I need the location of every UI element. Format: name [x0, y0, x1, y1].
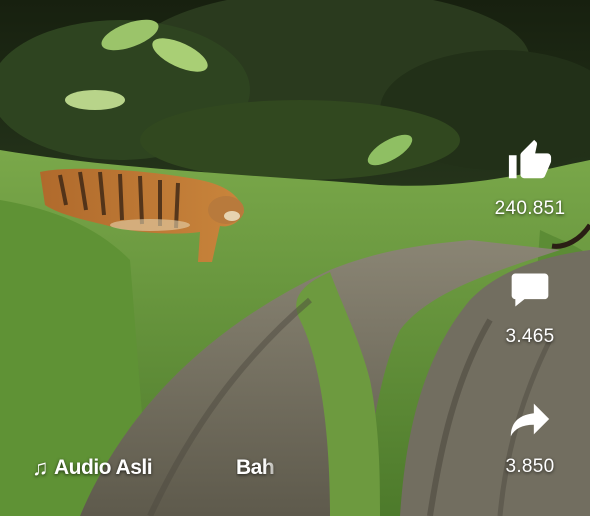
comment-button[interactable]: 3.465: [480, 268, 580, 348]
like-count: 240.851: [494, 198, 566, 219]
audio-track[interactable]: ♫ Audio Asli Bah: [32, 452, 275, 484]
music-note-icon: ♫: [32, 455, 49, 480]
comment-icon: [511, 273, 549, 307]
audio-label: Audio Asli: [54, 456, 153, 479]
audio-scrolling-text: Bah: [236, 456, 275, 479]
share-arrow-icon: [510, 403, 550, 437]
thumbs-up-icon: [508, 139, 552, 179]
share-count: 3.850: [505, 456, 555, 477]
share-button[interactable]: 3.850: [480, 396, 580, 478]
like-button[interactable]: 240.851: [480, 138, 580, 220]
comment-count: 3.465: [505, 326, 555, 347]
